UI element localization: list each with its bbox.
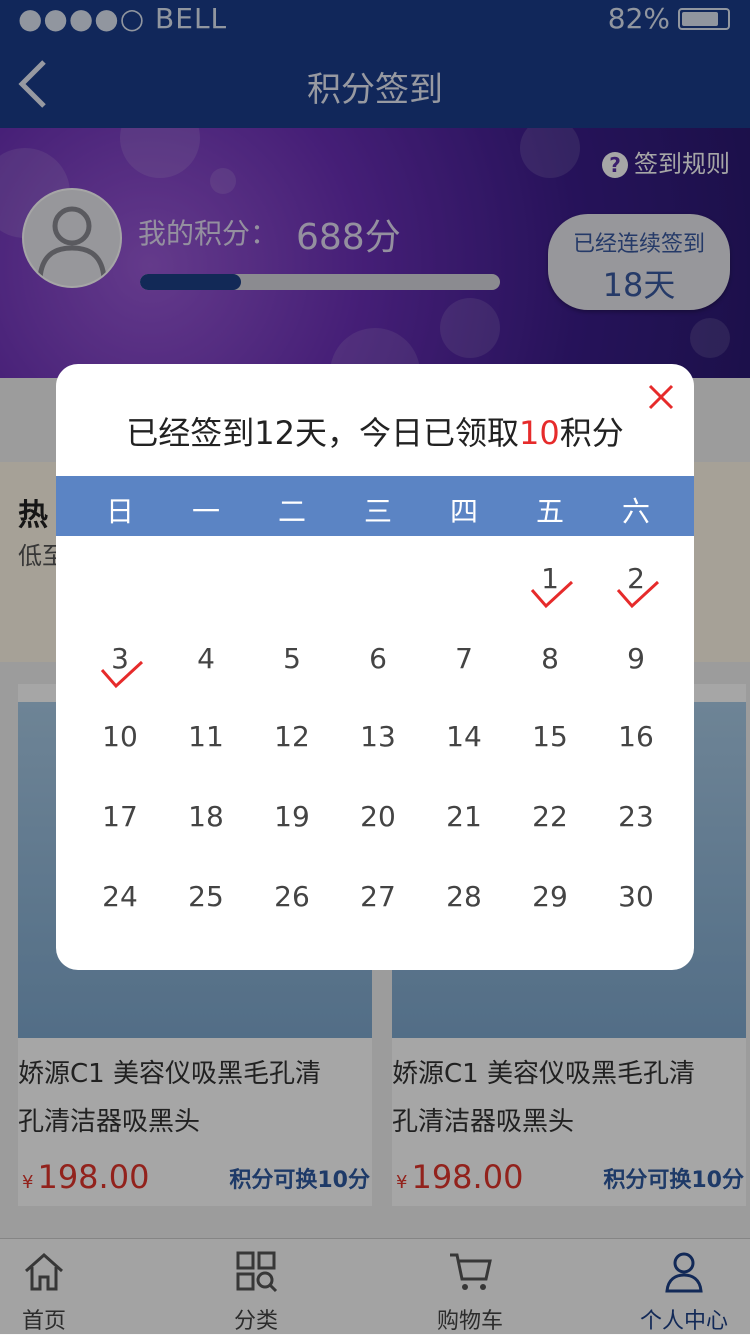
check-icon: [530, 580, 574, 609]
calendar-day[interactable]: 19: [262, 800, 322, 833]
calendar-day[interactable]: 8: [520, 642, 580, 675]
weekday-header: 日一二三四五六: [56, 476, 694, 536]
calendar-day[interactable]: 7: [434, 642, 494, 675]
calendar-day[interactable]: 16: [606, 720, 666, 753]
calendar-day[interactable]: 13: [348, 720, 408, 753]
calendar-day[interactable]: 22: [520, 800, 580, 833]
calendar-day[interactable]: 4: [176, 642, 236, 675]
calendar-day[interactable]: 12: [262, 720, 322, 753]
calendar-day[interactable]: 11: [176, 720, 236, 753]
calendar-day[interactable]: 14: [434, 720, 494, 753]
signin-calendar-modal: 已经签到12天，今日已领取10积分 日一二三四五六 1 2 3 4 5 6 7 8 9 10 11 1…: [56, 364, 694, 970]
calendar-day[interactable]: 21: [434, 800, 494, 833]
weekday-label: 一: [191, 495, 220, 528]
weekday-label: 五: [535, 495, 564, 528]
calendar-day[interactable]: 28: [434, 880, 494, 913]
calendar-day[interactable]: 25: [176, 880, 236, 913]
calendar-day[interactable]: 18: [176, 800, 236, 833]
calendar-day[interactable]: 20: [348, 800, 408, 833]
check-icon: [100, 660, 144, 689]
weekday-label: 日: [105, 495, 134, 528]
today-points: 10: [519, 414, 560, 452]
weekday-label: 二: [277, 495, 306, 528]
calendar-day[interactable]: 5: [262, 642, 322, 675]
check-icon: [616, 580, 660, 609]
calendar-day[interactable]: 15: [520, 720, 580, 753]
calendar-day[interactable]: 6: [348, 642, 408, 675]
weekday-label: 三: [363, 495, 392, 528]
calendar-day[interactable]: 27: [348, 880, 408, 913]
calendar-day[interactable]: 10: [90, 720, 150, 753]
calendar-day[interactable]: 9: [606, 642, 666, 675]
calendar-day[interactable]: 29: [520, 880, 580, 913]
modal-title: 已经签到12天，今日已领取10积分: [126, 414, 624, 452]
calendar-day[interactable]: 24: [90, 880, 150, 913]
calendar-day[interactable]: 23: [606, 800, 666, 833]
calendar-day[interactable]: 30: [606, 880, 666, 913]
weekday-label: 四: [449, 495, 478, 528]
weekday-label: 六: [621, 495, 650, 528]
calendar-day[interactable]: 17: [90, 800, 150, 833]
calendar-day[interactable]: 26: [262, 880, 322, 913]
